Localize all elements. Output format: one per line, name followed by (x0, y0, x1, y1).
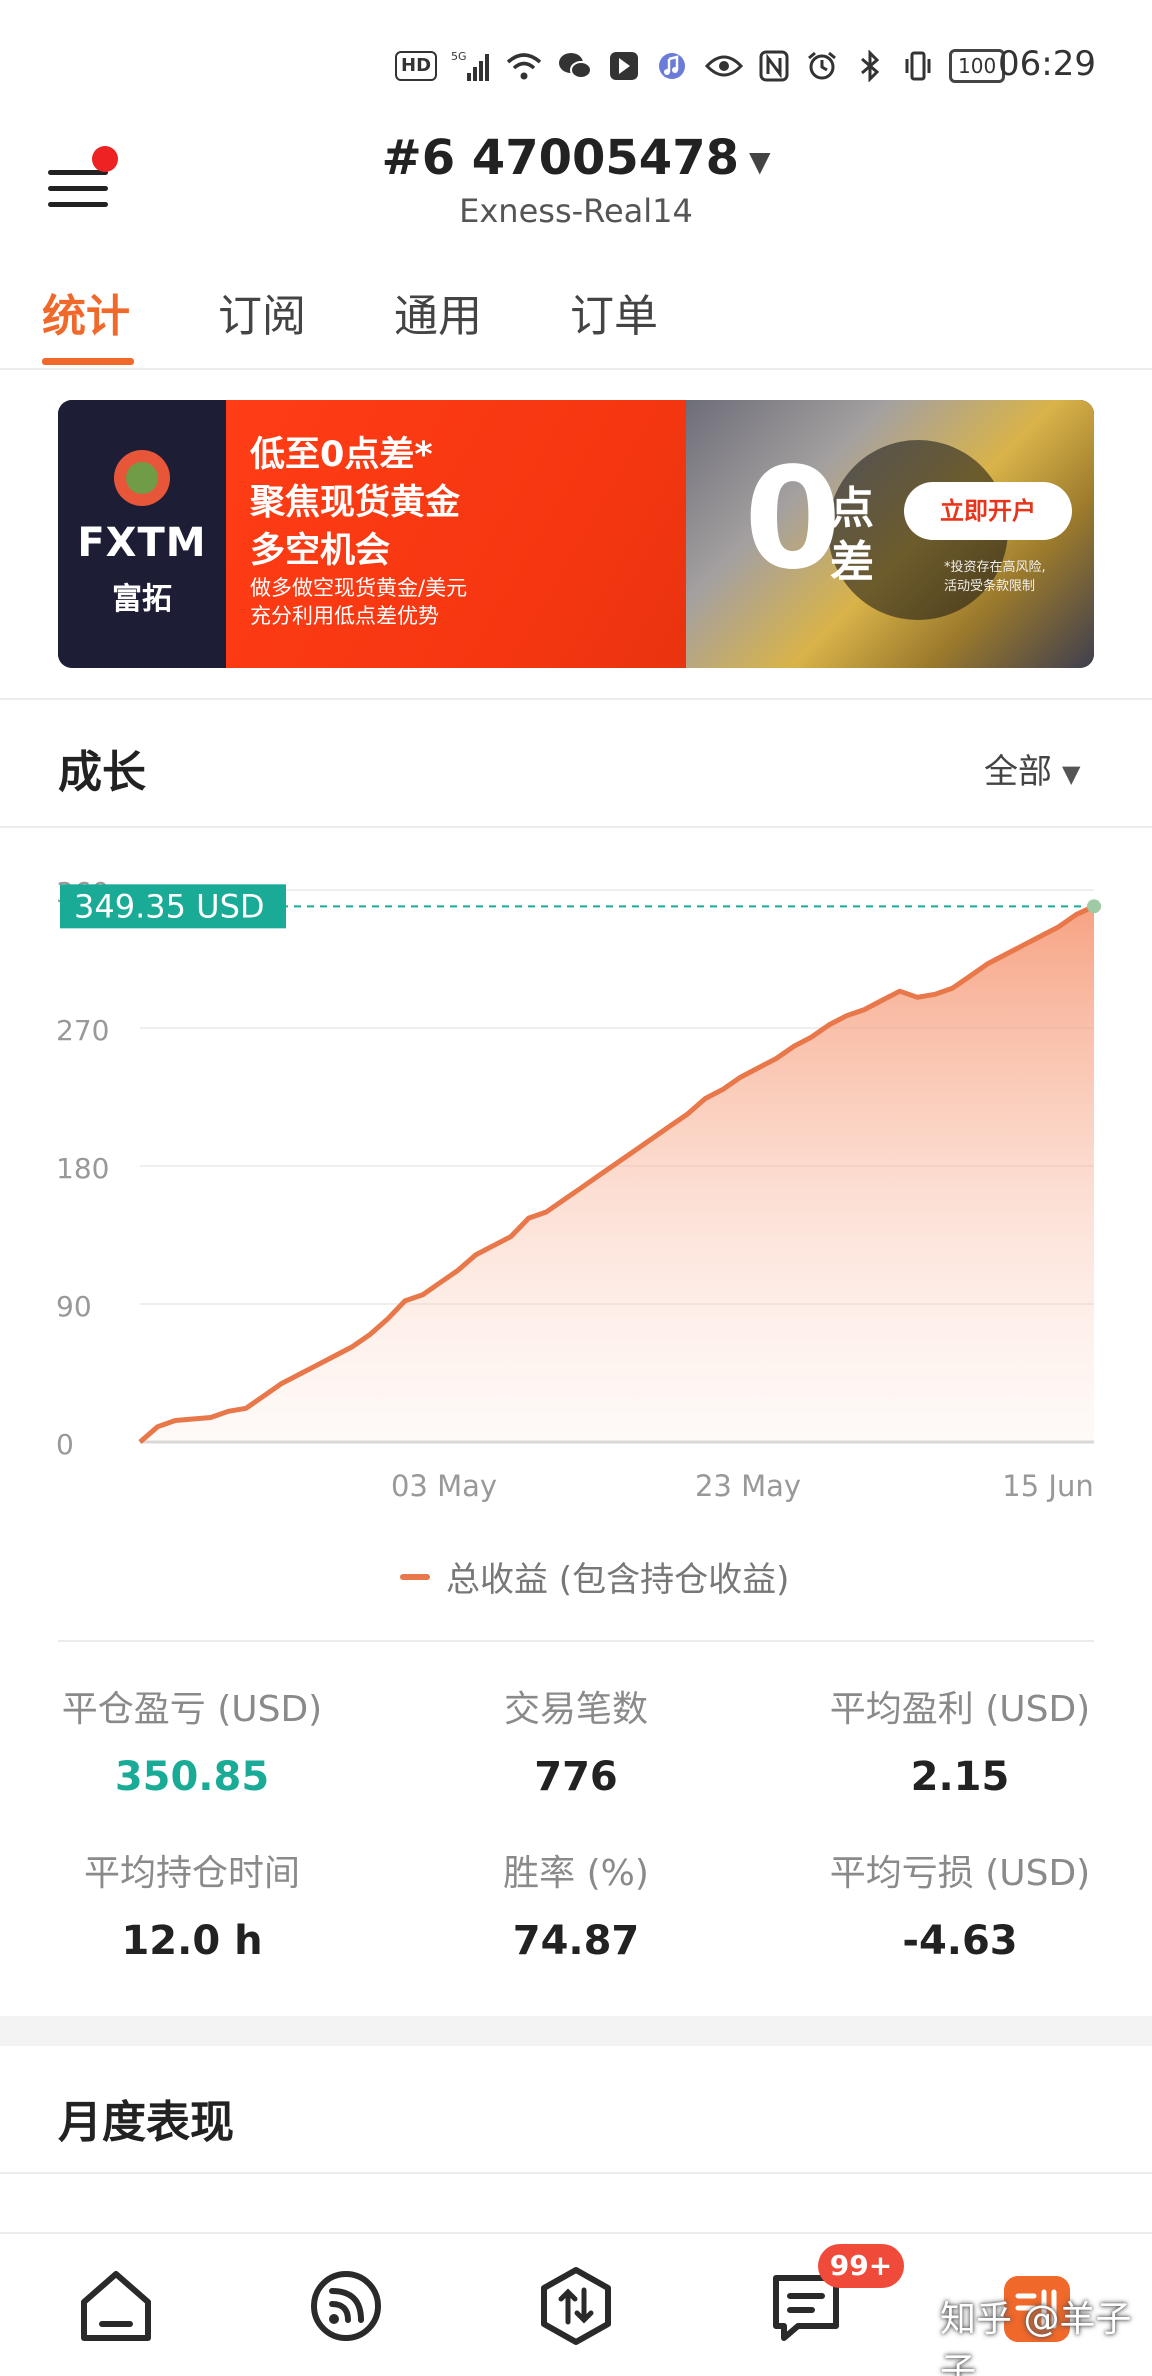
x-tick-label: 15 Jun (1002, 1469, 1093, 1503)
trades-value: 776 (534, 1754, 618, 1800)
tab-statistics[interactable]: 统计 (42, 280, 130, 344)
account-id: #6 47005478 (381, 130, 739, 186)
stat-avg-loss: 平均亏损 (USD) -4.63 (768, 1844, 1152, 1964)
brand-logo: FXTM 富拓 (58, 400, 226, 668)
banner-disclaimer: 活动受条款限制 (944, 579, 1036, 594)
banner-subtext: 做多做空现货黄金/美元 (250, 576, 468, 600)
section-gap (0, 2016, 1152, 2046)
monthly-performance-title: 月度表现 (58, 2097, 234, 2148)
status-icons-right: 100 (705, 46, 1006, 86)
unread-badge: 99+ (818, 2244, 904, 2288)
y-tick-label: 270 (56, 1014, 109, 1047)
y-tick-label: 0 (56, 1428, 74, 1461)
x-tick-label: 23 May (695, 1469, 801, 1503)
banner-headline: 低至0点差* (250, 435, 433, 475)
stat-win-rate: 胜率 (%) 74.87 (384, 1844, 768, 1964)
banner-disclaimer: *投资存在高风险, (944, 560, 1046, 575)
period-filter-dropdown[interactable]: 全部 ▼ (984, 744, 1080, 793)
growth-chart-svg: 090180270360349.35 USD03 May23 May15 Jun (56, 876, 1101, 1503)
banner-headline: 多空机会 (250, 531, 391, 571)
nav-home[interactable] (74, 2264, 158, 2348)
divider (58, 1640, 1094, 1642)
tab-active-indicator (42, 358, 134, 365)
tab-orders[interactable]: 订单 (570, 280, 658, 344)
y-tick-label: 90 (56, 1290, 92, 1323)
bluetooth-icon (853, 46, 887, 86)
zero-spread-digit: 0 (744, 438, 842, 601)
status-bar: HD 5G 100 06:29 (0, 0, 1152, 130)
status-time: 06:29 (998, 44, 1096, 84)
svg-text:5G: 5G (451, 50, 467, 63)
hd-icon: HD (395, 51, 438, 81)
status-icons-left: HD 5G (395, 46, 689, 86)
banner-headline: 聚焦现货黄金 (250, 483, 461, 523)
stat-avg-hold: 平均持仓时间 12.0 h (0, 1844, 384, 1964)
x-tick-label: 03 May (391, 1469, 497, 1503)
stat-avg-profit: 平均盈利 (USD) 2.15 (768, 1680, 1152, 1800)
stat-trades: 交易笔数 776 (384, 1680, 768, 1800)
watermark: 知乎 @羊子子 (940, 2299, 1132, 2376)
closed-pl-value: 350.85 (114, 1754, 270, 1800)
nav-trade[interactable] (534, 2264, 618, 2348)
battery-icon: 100 (949, 49, 1006, 83)
vibrate-icon (901, 46, 935, 86)
avg-hold-value: 12.0 h (121, 1918, 263, 1964)
chart-legend: 总收益 (包含持仓收益) (400, 1552, 789, 1601)
promo-banner[interactable]: FXTM 富拓 低至0点差* 聚焦现货黄金 多空机会 做多做空现货黄金/美元 充… (58, 400, 1094, 668)
tab-subscribe[interactable]: 订阅 (218, 280, 306, 344)
trade-icon (541, 2267, 611, 2345)
open-account-button[interactable]: 立即开户 (904, 482, 1072, 540)
win-rate-value: 74.87 (512, 1918, 640, 1964)
music-icon (655, 46, 689, 86)
cellular-signal-icon: 5G (451, 46, 491, 86)
legend-label: 总收益 (包含持仓收益) (446, 1560, 790, 1600)
caret-down-icon: ▼ (748, 144, 771, 178)
app-header: #6 47005478 ▼ Exness-Real14 (0, 130, 1152, 250)
growth-title: 成长 (58, 747, 146, 798)
account-server: Exness-Real14 (459, 192, 693, 230)
last-point-marker (1087, 899, 1101, 914)
stats-grid: 平仓盈亏 (USD) 350.85 交易笔数 776 平均盈利 (USD) 2.… (0, 1680, 1152, 2010)
banner-subtext: 充分利用低点差优势 (250, 604, 439, 628)
divider (0, 2172, 1152, 2174)
current-value-label: 349.35 USD (74, 887, 265, 925)
caret-down-icon: ▼ (1062, 759, 1081, 788)
bottom-nav: 99+ 知乎 @羊子子 (0, 2232, 1152, 2376)
zero-spread-text: 差 (830, 537, 874, 588)
period-filter-label: 全部 (984, 752, 1052, 792)
signal-feed-icon (311, 2271, 381, 2341)
avg-loss-value: -4.63 (902, 1918, 1018, 1964)
tab-bar: 统计 订阅 通用 订单 (0, 270, 1152, 370)
divider (0, 826, 1152, 828)
nfc-icon (757, 46, 791, 86)
stat-closed-pl: 平仓盈亏 (USD) 350.85 (0, 1680, 384, 1800)
y-tick-label: 180 (56, 1152, 109, 1185)
avg-profit-value: 2.15 (910, 1754, 1010, 1800)
legend-swatch (400, 1573, 430, 1580)
tab-general[interactable]: 通用 (394, 280, 482, 344)
growth-chart[interactable]: 090180270360349.35 USD03 May23 May15 Jun (0, 840, 1152, 1540)
alarm-icon (805, 46, 839, 86)
brand-logo-icon (114, 450, 170, 506)
nav-signals[interactable] (304, 2264, 388, 2348)
account-selector[interactable]: #6 47005478 ▼ (0, 130, 1152, 186)
wifi-icon (505, 46, 543, 86)
app-notification-icon (607, 46, 641, 86)
home-icon (81, 2271, 151, 2341)
divider (0, 698, 1152, 700)
eye-icon (705, 46, 743, 86)
wechat-icon (557, 46, 593, 86)
